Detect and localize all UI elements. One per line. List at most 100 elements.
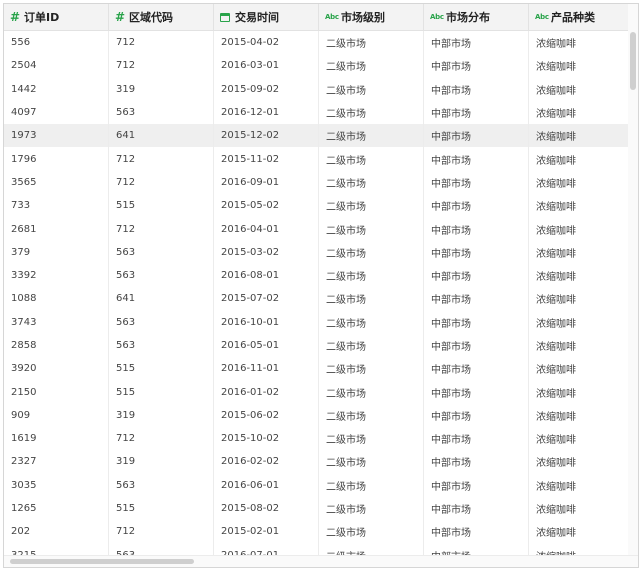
vertical-scrollbar-thumb[interactable] <box>630 32 636 90</box>
table-cell[interactable]: 733 <box>4 194 109 218</box>
table-cell[interactable]: 浓缩咖啡 <box>529 311 628 334</box>
table-cell[interactable]: 379 <box>4 240 109 264</box>
table-cell[interactable]: 浓缩咖啡 <box>529 497 628 520</box>
table-cell[interactable]: 中部市场 <box>424 124 529 148</box>
table-row[interactable]: 2858 563 2016-05-01 二级市场 中部市场 浓缩咖啡 <box>4 333 628 358</box>
table-cell[interactable]: 浓缩咖啡 <box>529 264 628 287</box>
table-cell[interactable]: 浓缩咖啡 <box>529 147 628 170</box>
table-cell[interactable]: 中部市场 <box>424 520 529 544</box>
table-row[interactable]: 733 515 2015-05-02 二级市场 中部市场 浓缩咖啡 <box>4 194 628 218</box>
table-cell[interactable]: 712 <box>109 31 214 55</box>
table-cell[interactable]: 二级市场 <box>319 380 424 404</box>
table-cell[interactable]: 3565 <box>4 170 109 195</box>
table-cell[interactable]: 2015-12-02 <box>214 124 319 148</box>
table-cell[interactable]: 712 <box>109 217 214 241</box>
table-cell[interactable]: 中部市场 <box>424 427 529 451</box>
table-cell[interactable]: 563 <box>109 263 214 288</box>
column-header-4[interactable]: Abc 市场分布 <box>424 4 529 30</box>
table-cell[interactable]: 中部市场 <box>424 170 529 195</box>
table-cell[interactable]: 中部市场 <box>424 100 529 125</box>
table-cell[interactable]: 2016-02-02 <box>214 450 319 474</box>
table-cell[interactable]: 2015-08-02 <box>214 496 319 521</box>
table-cell[interactable]: 浓缩咖啡 <box>529 380 628 403</box>
table-cell[interactable]: 2015-02-01 <box>214 520 319 544</box>
table-cell[interactable]: 2016-08-01 <box>214 263 319 288</box>
table-cell[interactable]: 2015-04-02 <box>214 31 319 55</box>
table-row[interactable]: 3920 515 2016-11-01 二级市场 中部市场 浓缩咖啡 <box>4 357 628 381</box>
table-cell[interactable]: 1442 <box>4 77 109 101</box>
table-cell[interactable]: 563 <box>109 473 214 497</box>
table-cell[interactable]: 319 <box>109 77 214 101</box>
table-cell[interactable]: 二级市场 <box>319 217 424 241</box>
table-cell[interactable]: 712 <box>109 147 214 171</box>
table-cell[interactable]: 二级市场 <box>319 240 424 264</box>
table-cell[interactable]: 2016-11-01 <box>214 357 319 381</box>
table-cell[interactable]: 712 <box>109 427 214 451</box>
table-cell[interactable]: 3392 <box>4 263 109 288</box>
table-cell[interactable]: 中部市场 <box>424 194 529 218</box>
table-cell[interactable]: 515 <box>109 194 214 218</box>
table-cell[interactable]: 515 <box>109 380 214 404</box>
table-cell[interactable]: 中部市场 <box>424 54 529 78</box>
table-cell[interactable]: 1796 <box>4 147 109 171</box>
table-cell[interactable]: 浓缩咖啡 <box>529 427 628 450</box>
table-row[interactable]: 3392 563 2016-08-01 二级市场 中部市场 浓缩咖啡 <box>4 263 628 288</box>
table-cell[interactable]: 中部市场 <box>424 357 529 381</box>
table-cell[interactable]: 浓缩咖啡 <box>529 520 628 543</box>
table-cell[interactable]: 712 <box>109 520 214 544</box>
table-row[interactable]: 1619 712 2015-10-02 二级市场 中部市场 浓缩咖啡 <box>4 427 628 451</box>
table-cell[interactable]: 浓缩咖啡 <box>529 101 628 124</box>
table-cell[interactable]: 二级市场 <box>319 450 424 474</box>
table-cell[interactable]: 2016-09-01 <box>214 170 319 195</box>
table-cell[interactable]: 3920 <box>4 357 109 381</box>
table-cell[interactable]: 2016-05-01 <box>214 333 319 358</box>
table-cell[interactable]: 二级市场 <box>319 77 424 101</box>
table-cell[interactable]: 2016-10-01 <box>214 310 319 334</box>
table-cell[interactable]: 中部市场 <box>424 287 529 311</box>
table-cell[interactable]: 1088 <box>4 287 109 311</box>
table-cell[interactable]: 563 <box>109 310 214 334</box>
table-row[interactable]: 4097 563 2016-12-01 二级市场 中部市场 浓缩咖啡 <box>4 100 628 125</box>
table-row[interactable]: 202 712 2015-02-01 二级市场 中部市场 浓缩咖啡 <box>4 520 628 544</box>
table-cell[interactable]: 中部市场 <box>424 450 529 474</box>
table-cell[interactable]: 浓缩咖啡 <box>529 54 628 77</box>
table-row[interactable]: 1442 319 2015-09-02 二级市场 中部市场 浓缩咖啡 <box>4 77 628 101</box>
table-cell[interactable]: 浓缩咖啡 <box>529 124 628 147</box>
table-cell[interactable]: 2150 <box>4 380 109 404</box>
table-cell[interactable]: 2016-04-01 <box>214 217 319 241</box>
table-cell[interactable]: 二级市场 <box>319 194 424 218</box>
table-cell[interactable]: 2327 <box>4 450 109 474</box>
table-cell[interactable]: 2016-03-01 <box>214 54 319 78</box>
table-cell[interactable]: 二级市场 <box>319 263 424 288</box>
table-row[interactable]: 909 319 2015-06-02 二级市场 中部市场 浓缩咖啡 <box>4 403 628 428</box>
table-cell[interactable]: 中部市场 <box>424 310 529 334</box>
table-row[interactable]: 556 712 2015-04-02 二级市场 中部市场 浓缩咖啡 <box>4 31 628 55</box>
table-cell[interactable]: 2504 <box>4 54 109 78</box>
table-row[interactable]: 379 563 2015-03-02 二级市场 中部市场 浓缩咖啡 <box>4 240 628 264</box>
table-cell[interactable]: 二级市场 <box>319 147 424 171</box>
column-header-1[interactable]: # 区域代码 <box>109 4 214 30</box>
table-cell[interactable]: 1619 <box>4 427 109 451</box>
table-cell[interactable]: 浓缩咖啡 <box>529 217 628 240</box>
horizontal-scrollbar[interactable] <box>4 555 638 567</box>
table-cell[interactable]: 563 <box>109 100 214 125</box>
table-cell[interactable]: 2015-09-02 <box>214 77 319 101</box>
table-cell[interactable]: 二级市场 <box>319 54 424 78</box>
column-header-3[interactable]: Abc 市场级别 <box>319 4 424 30</box>
table-cell[interactable]: 浓缩咖啡 <box>529 404 628 427</box>
table-cell[interactable]: 浓缩咖啡 <box>529 287 628 310</box>
table-cell[interactable]: 909 <box>4 403 109 428</box>
table-cell[interactable]: 浓缩咖啡 <box>529 334 628 357</box>
horizontal-scrollbar-thumb[interactable] <box>10 559 194 564</box>
table-cell[interactable]: 2016-01-02 <box>214 380 319 404</box>
table-cell[interactable]: 二级市场 <box>319 170 424 195</box>
table-cell[interactable]: 641 <box>109 124 214 148</box>
table-cell[interactable]: 中部市场 <box>424 403 529 428</box>
table-cell[interactable]: 2016-06-01 <box>214 473 319 497</box>
column-header-5[interactable]: Abc 产品种类 <box>529 4 628 30</box>
table-cell[interactable]: 3035 <box>4 473 109 497</box>
table-cell[interactable]: 563 <box>109 333 214 358</box>
table-cell[interactable]: 中部市场 <box>424 147 529 171</box>
table-cell[interactable]: 二级市场 <box>319 333 424 358</box>
column-header-0[interactable]: # 订单ID <box>4 4 109 30</box>
